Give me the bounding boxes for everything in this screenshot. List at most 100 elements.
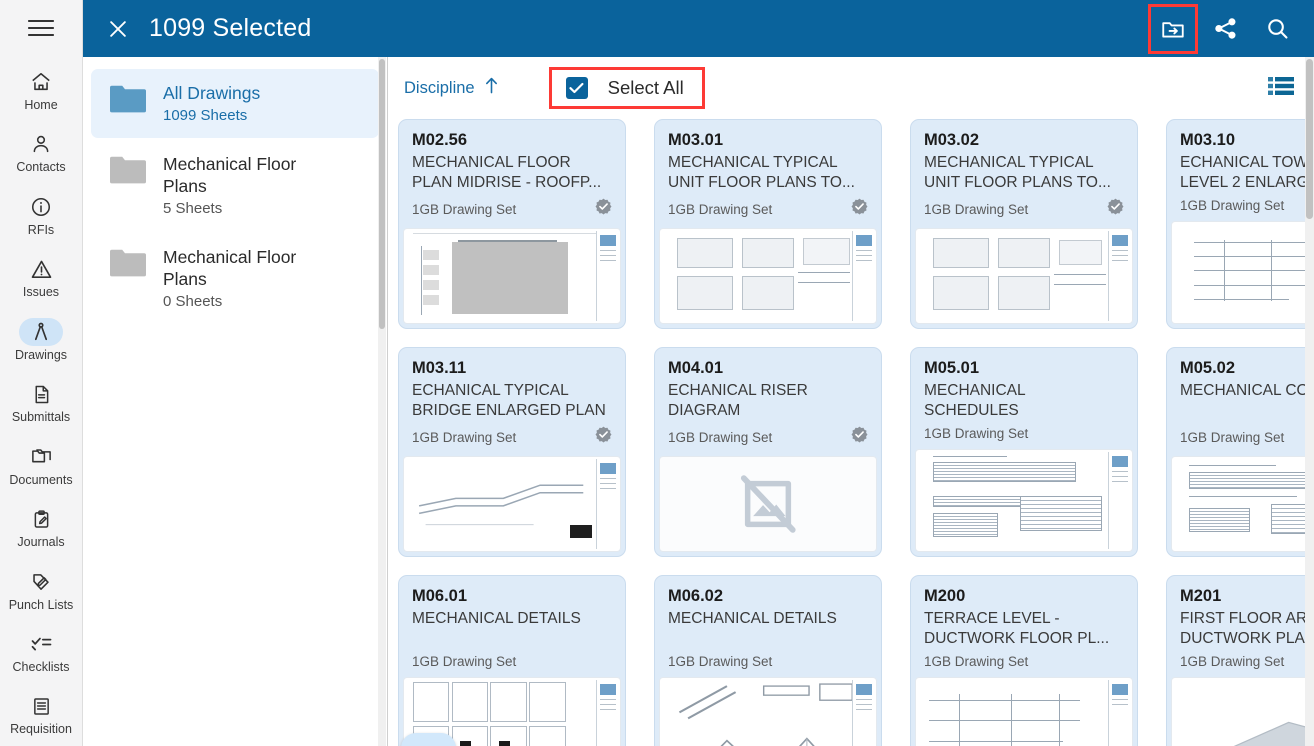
card-header: M03.02 MECHANICAL TYPICAL UNIT FLOOR PLA… <box>911 120 1137 228</box>
drawing-card[interactable]: M201 FIRST FLOOR AREA A - DUCTWORK PLAN … <box>1166 575 1314 746</box>
move-to-folder-button[interactable] <box>1148 3 1198 54</box>
drawing-card[interactable]: M06.02 MECHANICAL DETAILS 1GB Drawing Se… <box>654 575 882 746</box>
drawings-grid-scrollbar[interactable] <box>1305 57 1314 746</box>
drawings-toolbar: Discipline Select All <box>388 57 1314 119</box>
folder-text: All Drawings 1099 Sheets <box>163 81 260 126</box>
sidebar-item-rfis[interactable]: RFIs <box>0 184 82 246</box>
select-all-checkbox[interactable] <box>565 77 588 99</box>
sidebar-item-contacts[interactable]: Contacts <box>0 121 82 183</box>
scrollbar-thumb[interactable] <box>1306 59 1313 219</box>
card-header: M03.11 ECHANICAL TYPICAL BRIDGE ENLARGED… <box>399 348 625 456</box>
folder-row-mechanical-floor-plans-2[interactable]: Mechanical Floor Plans 0 Sheets <box>91 233 379 324</box>
drawing-title: MECHANICAL FLOOR PLAN MIDRISE - ROOFP... <box>412 154 602 191</box>
card-meta: 1GB Drawing Set <box>1180 426 1314 448</box>
card-meta: 1GB Drawing Set <box>924 198 1124 220</box>
drawing-card[interactable]: M03.10 ECHANICAL TOWER LEVEL 2 ENLARGED … <box>1166 119 1314 329</box>
drawing-set-label: 1GB Drawing Set <box>924 426 1029 441</box>
drawing-number: M201 <box>1180 587 1222 605</box>
drawing-number: M200 <box>924 587 966 605</box>
drawing-thumbnail <box>1171 456 1314 552</box>
no-preview-icon <box>735 471 801 537</box>
folder-row-mechanical-floor-plans-1[interactable]: Mechanical Floor Plans 5 Sheets <box>91 140 379 231</box>
drawing-card[interactable]: M03.02 MECHANICAL TYPICAL UNIT FLOOR PLA… <box>910 119 1138 329</box>
drawing-card[interactable]: M03.11 ECHANICAL TYPICAL BRIDGE ENLARGED… <box>398 347 626 557</box>
sidebar-item-journals[interactable]: Journals <box>0 496 82 558</box>
folder-icon <box>109 84 147 119</box>
drawing-set-label: 1GB Drawing Set <box>1180 429 1285 445</box>
verified-badge-icon <box>851 198 868 220</box>
folder-icon <box>109 155 147 190</box>
drawing-card[interactable]: M04.01 ECHANICAL RISER DIAGRAM 1GB Drawi… <box>654 347 882 557</box>
card-header: M05.02 MECHANICAL COMCHECK 1GB Drawing S… <box>1167 348 1314 456</box>
sidebar-item-documents[interactable]: Documents <box>0 434 82 496</box>
card-header: M05.01 MECHANICAL SCHEDULES 1GB Drawing … <box>911 348 1137 449</box>
drawing-number: M03.11 <box>412 359 467 377</box>
application-window: Home Contacts RFIs Issues Drawings Submi… <box>0 0 1314 746</box>
folder-sheet-count: 1099 Sheets <box>163 107 248 124</box>
drawing-set-label: 1GB Drawing Set <box>668 429 773 445</box>
list-view-icon <box>1268 76 1294 101</box>
drawing-number: M05.01 <box>924 359 980 377</box>
drawing-card[interactable]: M200 TERRACE LEVEL - DUCTWORK FLOOR PL..… <box>910 575 1138 746</box>
drawing-title: MECHANICAL TYPICAL UNIT FLOOR PLANS TO..… <box>924 154 1111 191</box>
drawing-set-label: 1GB Drawing Set <box>1180 198 1285 213</box>
search-button[interactable] <box>1254 6 1300 52</box>
sidebar-item-label: Requisition <box>10 722 72 737</box>
select-all-control[interactable]: Select All <box>548 67 705 109</box>
drawing-card[interactable]: M03.01 MECHANICAL TYPICAL UNIT FLOOR PLA… <box>654 119 882 329</box>
drawing-title: MECHANICAL SCHEDULES <box>924 382 1026 419</box>
verified-badge-icon <box>595 426 612 448</box>
sidebar-item-checklists[interactable]: Checklists <box>0 621 82 683</box>
drawing-set-label: 1GB Drawing Set <box>924 654 1029 669</box>
sort-by-discipline-control[interactable]: Discipline <box>398 73 505 103</box>
sidebar-item-punch-lists[interactable]: Punch Lists <box>0 559 82 621</box>
sidebar-item-label: Submittals <box>11 410 71 425</box>
drawing-title: ECHANICAL TOWER LEVEL 2 ENLARGED FL... <box>1180 154 1314 191</box>
card-meta: 1GB Drawing Set <box>412 198 612 220</box>
drawing-title: FIRST FLOOR AREA A - DUCTWORK PLAN <box>1180 610 1314 647</box>
folder-sheet-count: 5 Sheets <box>163 200 223 217</box>
drawing-card[interactable]: M05.01 MECHANICAL SCHEDULES 1GB Drawing … <box>910 347 1138 557</box>
folder-sheet-count: 0 Sheets <box>163 293 223 310</box>
new-folder-button[interactable] <box>401 733 456 746</box>
sidebar-item-home[interactable]: Home <box>0 59 82 121</box>
arrow-up-icon <box>484 77 499 99</box>
list-view-toggle[interactable] <box>1264 71 1298 105</box>
drawing-set-label: 1GB Drawing Set <box>668 201 773 217</box>
hamburger-menu-icon[interactable] <box>18 6 64 51</box>
primary-nav-rail: Home Contacts RFIs Issues Drawings Submi… <box>0 0 83 746</box>
card-header: M04.01 ECHANICAL RISER DIAGRAM 1GB Drawi… <box>655 348 881 456</box>
drawing-thumbnail <box>1171 221 1314 324</box>
close-x-icon[interactable] <box>101 12 135 46</box>
sidebar-item-requisition[interactable]: Requisition <box>0 684 82 746</box>
document-icon <box>19 380 63 408</box>
sidebar-item-submittals[interactable]: Submittals <box>0 371 82 433</box>
pin-pencil-icon <box>19 568 63 596</box>
sidebar-item-issues[interactable]: Issues <box>0 246 82 308</box>
card-header: M03.01 MECHANICAL TYPICAL UNIT FLOOR PLA… <box>655 120 881 228</box>
drawing-card[interactable]: M02.56 MECHANICAL FLOOR PLAN MIDRISE - R… <box>398 119 626 329</box>
drawing-number: M02.56 <box>412 131 468 149</box>
drawing-number: M03.01 <box>668 131 724 149</box>
sidebar-item-drawings[interactable]: Drawings <box>0 309 82 371</box>
home-icon <box>19 68 63 96</box>
drawing-card[interactable]: M06.01 MECHANICAL DETAILS 1GB Drawing Se… <box>398 575 626 746</box>
warning-triangle-icon <box>19 255 63 283</box>
scrollbar-thumb[interactable] <box>379 59 385 329</box>
drawing-card[interactable]: M05.02 MECHANICAL COMCHECK 1GB Drawing S… <box>1166 347 1314 557</box>
folder-row-all-drawings[interactable]: All Drawings 1099 Sheets <box>91 69 379 138</box>
drawing-thumbnail <box>915 449 1133 552</box>
folder-tree-scrollbar[interactable] <box>378 57 386 746</box>
selection-action-header: 1099 Selected <box>83 0 1314 57</box>
drawing-number: M04.01 <box>668 359 724 377</box>
card-meta: 1GB Drawing Set <box>924 426 1124 441</box>
drawing-thumbnail <box>403 228 621 324</box>
ledger-icon <box>19 692 63 720</box>
sidebar-item-label: Contacts <box>16 160 66 175</box>
sidebar-item-label: Issues <box>22 285 60 300</box>
drawing-title: ECHANICAL RISER DIAGRAM <box>668 382 808 419</box>
share-button[interactable] <box>1202 6 1248 52</box>
folder-name: All Drawings <box>163 83 261 103</box>
drawing-number: M03.02 <box>924 131 980 149</box>
card-header: M06.02 MECHANICAL DETAILS 1GB Drawing Se… <box>655 576 881 677</box>
